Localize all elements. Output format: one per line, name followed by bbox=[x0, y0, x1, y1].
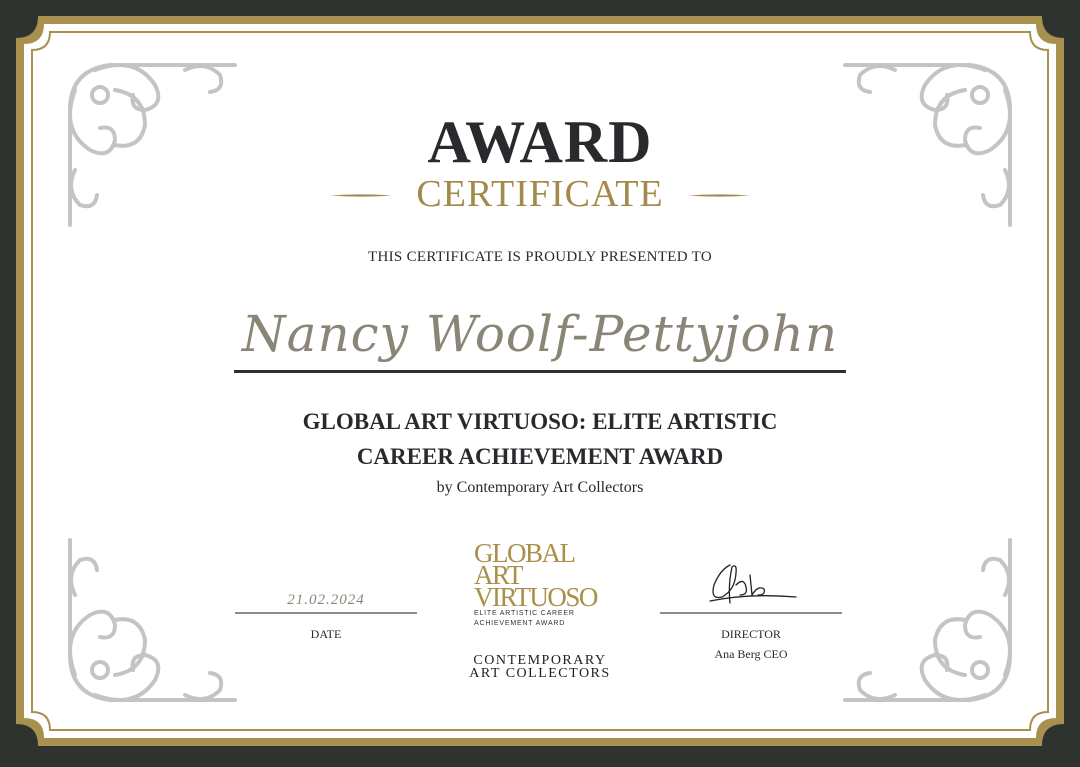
director-label: DIRECTOR bbox=[721, 627, 781, 641]
award-presenter: by Contemporary Art Collectors bbox=[436, 479, 644, 496]
logo-tagline2: ACHIEVEMENT AWARD bbox=[474, 620, 566, 627]
recipient-name: Nancy Woolf-Pettyjohn bbox=[241, 305, 839, 363]
gold-divider-icon bbox=[688, 194, 750, 197]
director-line bbox=[660, 612, 842, 614]
signature-icon bbox=[709, 564, 797, 604]
award-title-line1: GLOBAL ART VIRTUOSO: ELITE ARTISTIC bbox=[302, 409, 778, 434]
date-line bbox=[235, 612, 417, 614]
corner-ornament-icon bbox=[68, 538, 237, 702]
recipient-underline bbox=[234, 370, 846, 373]
date-value: 21.02.2024 bbox=[287, 592, 365, 608]
organization-name: CONTEMPORARY ART COLLECTORS bbox=[440, 654, 640, 681]
presented-to-text: THIS CERTIFICATE IS PROUDLY PRESENTED TO bbox=[368, 249, 712, 265]
organization-line2: ART COLLECTORS bbox=[469, 666, 611, 681]
award-title: GLOBAL ART VIRTUOSO: ELITE ARTISTIC CARE… bbox=[0, 404, 1080, 474]
director-name: Ana Berg CEO bbox=[714, 647, 788, 661]
date-label: DATE bbox=[310, 627, 342, 641]
award-title-line2: CAREER ACHIEVEMENT AWARD bbox=[356, 444, 724, 469]
certificate-title: AWARD bbox=[427, 109, 653, 175]
logo-line-virtuoso: VIRTUOSO bbox=[474, 582, 598, 612]
corner-ornament-icon bbox=[843, 538, 1012, 702]
award-logo: GLOBAL ART VIRTUOSO ELITE ARTISTIC CAREE… bbox=[474, 540, 604, 628]
certificate-subtitle: CERTIFICATE bbox=[416, 173, 664, 215]
